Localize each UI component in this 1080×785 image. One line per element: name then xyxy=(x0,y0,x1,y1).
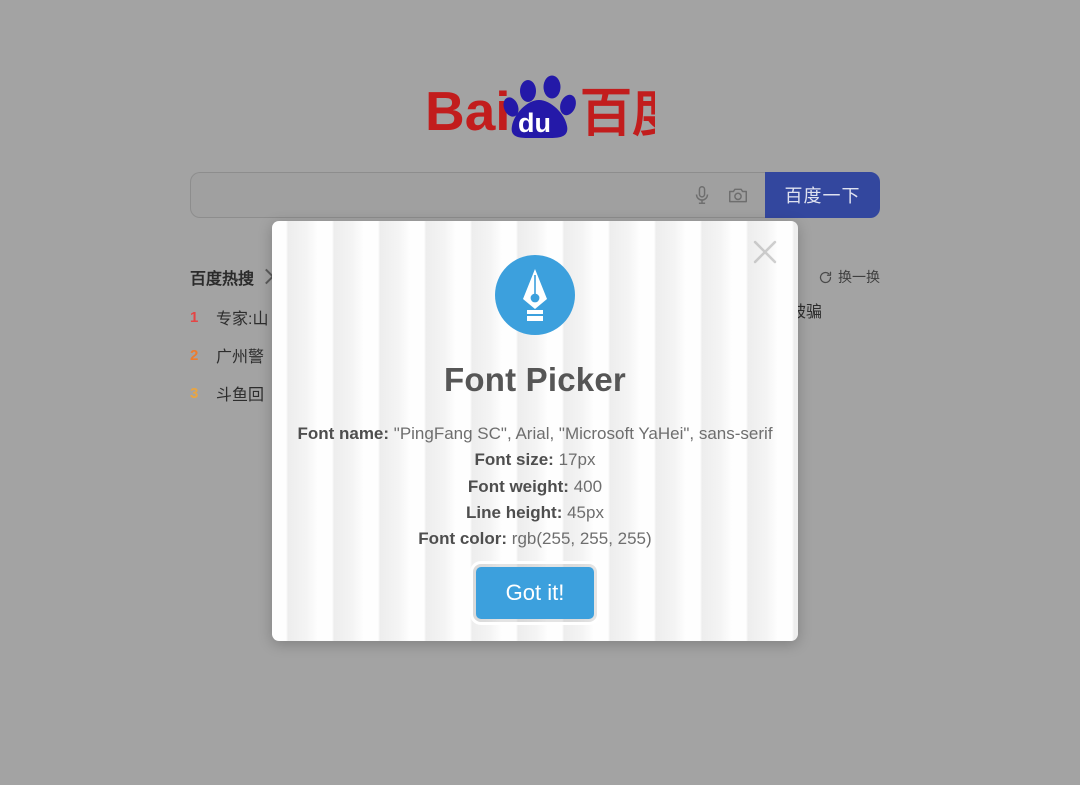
refresh-hot-search-button[interactable]: 换一换 xyxy=(818,267,880,287)
search-input[interactable] xyxy=(205,172,681,218)
property-value: 45px xyxy=(567,502,604,522)
font-property-row: Font weight: 400 xyxy=(272,474,798,500)
baidu-logo-svg: Bai du 百度 xyxy=(425,75,655,143)
search-bar: 百度一下 xyxy=(190,172,880,218)
property-value: rgb(255, 255, 255) xyxy=(511,529,652,549)
hot-rank: 3 xyxy=(190,384,199,402)
dialog-footer: Got it! xyxy=(272,561,798,625)
font-property-row: Font color: rgb(255, 255, 255) xyxy=(272,526,798,552)
close-icon[interactable] xyxy=(748,235,782,269)
search-input-icons xyxy=(681,184,765,206)
property-key: Font size: xyxy=(474,450,554,470)
search-input-container[interactable] xyxy=(190,172,765,218)
property-value: 400 xyxy=(573,476,603,496)
baidu-logo[interactable]: Bai du 百度 xyxy=(0,74,1080,148)
dialog-title: Font Picker xyxy=(444,361,626,398)
refresh-label: 换一换 xyxy=(838,269,880,285)
svg-text:百度: 百度 xyxy=(580,85,655,143)
got-it-button[interactable]: Got it! xyxy=(469,561,601,625)
search-submit-button[interactable]: 百度一下 xyxy=(765,172,880,218)
font-property-row: Font name: "PingFang SC", Arial, "Micros… xyxy=(272,421,798,447)
hot-search-title: 百度热搜 xyxy=(190,271,255,288)
property-value: 17px xyxy=(558,450,596,470)
property-key: Line height: xyxy=(466,502,563,522)
property-value: "PingFang SC", Arial, "Microsoft YaHei",… xyxy=(393,424,773,443)
font-picker-dialog: Font Picker Font name: "PingFang SC", Ar… xyxy=(272,221,798,641)
font-property-row: Font size: 17px xyxy=(272,447,798,473)
property-key: Font color: xyxy=(418,529,508,549)
hot-rank: 2 xyxy=(190,346,199,364)
camera-icon[interactable] xyxy=(727,184,749,206)
svg-text:Bai: Bai xyxy=(425,80,511,142)
refresh-icon xyxy=(819,271,832,283)
property-key: Font name: xyxy=(297,424,390,443)
microphone-icon[interactable] xyxy=(691,184,713,206)
pen-nib-icon xyxy=(495,255,575,335)
hot-rank: 1 xyxy=(190,308,199,326)
font-property-row: Line height: 45px xyxy=(272,500,798,526)
font-properties-list: Font name: "PingFang SC", Arial, "Micros… xyxy=(272,421,798,552)
property-key: Font weight: xyxy=(467,476,569,496)
hot-search-title-link[interactable]: 百度热搜 xyxy=(190,265,275,289)
svg-text:du: du xyxy=(518,108,551,138)
